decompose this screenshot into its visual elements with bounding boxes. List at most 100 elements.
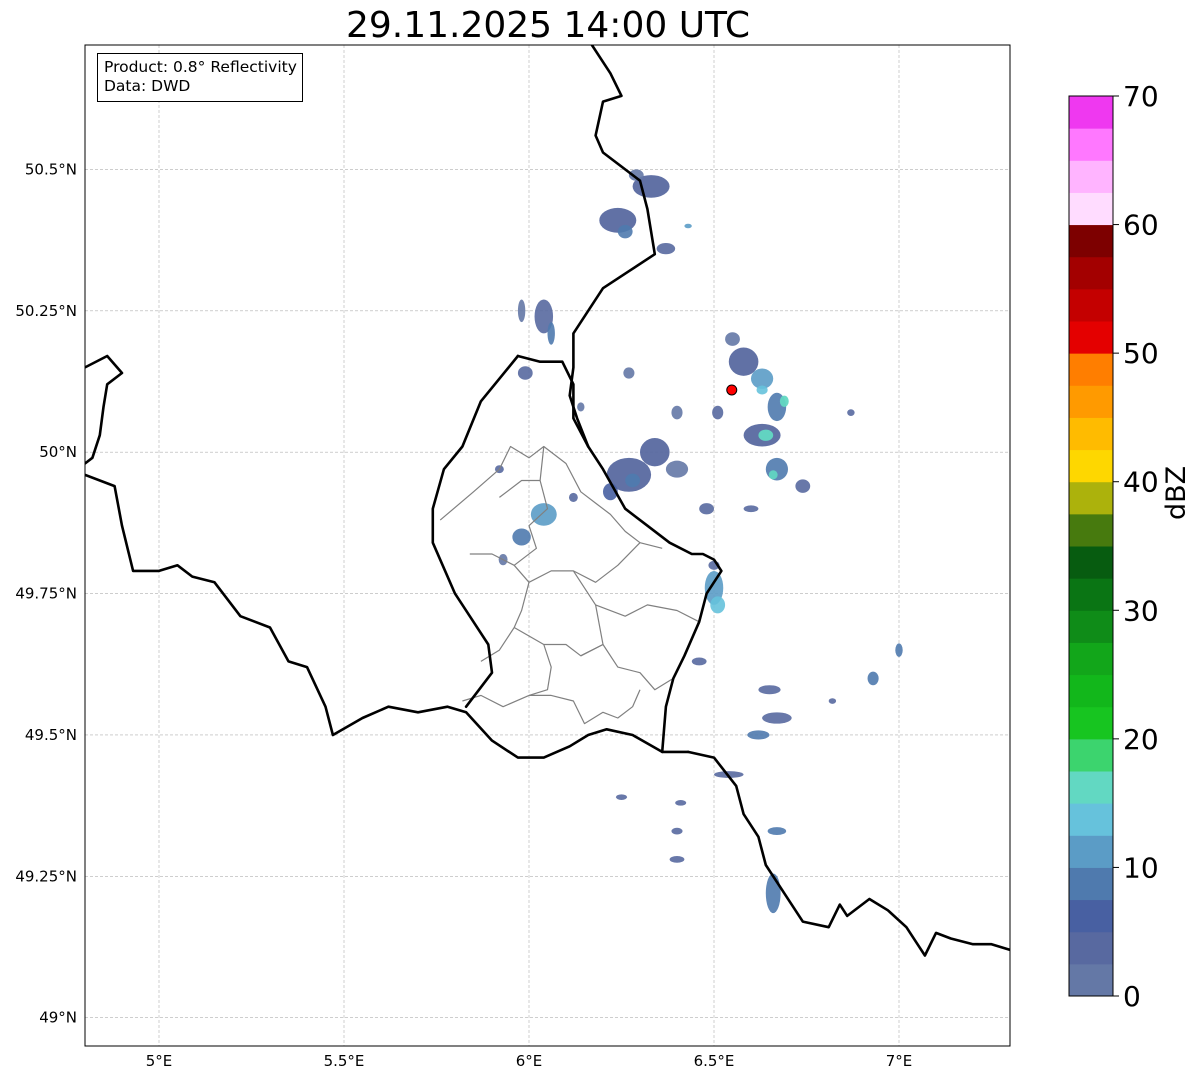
radar-echo	[512, 528, 531, 546]
y-tick-label: 49.5°N	[25, 726, 77, 744]
radar-echoes	[494, 169, 903, 914]
radar-echo	[669, 855, 685, 863]
product-info-box: Product: 0.8° Reflectivity Data: DWD	[97, 53, 303, 102]
radar-echo	[684, 223, 692, 229]
regional-border	[572, 570, 700, 623]
colorbar-segment	[1069, 96, 1113, 129]
colorbar-tick-label: 60	[1123, 209, 1159, 242]
regional-border	[580, 604, 604, 657]
y-tick-label: 50°N	[39, 443, 77, 461]
colorbar-segment	[1069, 481, 1113, 515]
gridlines	[85, 45, 1010, 1046]
radar-echo	[747, 730, 770, 740]
plot-frame	[84, 44, 1011, 1047]
y-tick-label: 49°N	[39, 1009, 77, 1027]
regional-border	[528, 644, 552, 696]
regional-border	[513, 582, 530, 628]
national-border	[431, 354, 520, 709]
colorbar-segment	[1069, 610, 1113, 643]
radar-echo	[517, 366, 533, 380]
radar-echo	[828, 698, 837, 704]
colorbar-segment	[1069, 224, 1113, 258]
colorbar-tick-label: 10	[1123, 851, 1159, 884]
colorbar-segment	[1069, 128, 1113, 161]
radar-echo	[779, 395, 789, 407]
national-border	[686, 750, 1010, 957]
radar-echo	[758, 685, 781, 695]
radar-echo	[615, 794, 628, 800]
colorbar-segment	[1069, 449, 1113, 483]
x-tick-label: 6°E	[516, 1052, 543, 1070]
colorbar-segment	[1069, 417, 1113, 451]
y-tick-label: 49.75°N	[15, 585, 77, 603]
colorbar-segment	[1069, 835, 1113, 868]
regional-border	[513, 626, 674, 691]
colorbar-tick-label: 40	[1123, 466, 1159, 499]
y-tick-label: 50.25°N	[15, 302, 77, 320]
radar-site-layer	[726, 384, 738, 396]
radar-echo	[665, 460, 689, 478]
colorbar-segment	[1069, 963, 1113, 997]
radar-echo	[699, 503, 714, 515]
radar-echo	[765, 873, 781, 914]
colorbar-segment	[1069, 771, 1113, 804]
radar-echo	[712, 405, 724, 420]
radar-echo	[577, 402, 585, 412]
radar-echo	[675, 799, 687, 806]
colorbar-segment	[1069, 803, 1113, 836]
colorbar-tick-label: 30	[1123, 594, 1159, 627]
colorbar-segment	[1069, 256, 1113, 290]
radar-echo	[617, 224, 633, 239]
radar-echo	[725, 332, 740, 346]
national-border	[516, 354, 723, 754]
colorbar-segment	[1069, 931, 1113, 965]
radar-echo	[758, 429, 774, 441]
regional-border	[529, 689, 641, 725]
radar-echo	[728, 347, 759, 376]
radar-echo	[671, 827, 683, 835]
colorbar-segment	[1069, 706, 1113, 740]
x-tick-label: 5°E	[146, 1052, 173, 1070]
radar-echo	[623, 367, 635, 379]
y-tick-label: 49.25°N	[15, 867, 77, 885]
colorbar-segment	[1069, 321, 1113, 354]
regional-border	[480, 627, 515, 662]
national-border	[568, 45, 657, 448]
colorbar-label: dBZ	[1161, 465, 1192, 520]
radar-echo	[530, 503, 557, 526]
colorbar-segment	[1069, 642, 1113, 676]
colorbar-segment	[1069, 738, 1113, 772]
data-source-label: Data: DWD	[104, 77, 191, 95]
colorbar-segment	[1069, 578, 1113, 611]
radar-echo	[847, 409, 855, 416]
radar-echo	[547, 322, 555, 345]
colorbar-segment	[1069, 899, 1113, 933]
radar-echo	[710, 596, 726, 614]
radar-echo	[691, 657, 707, 666]
radar-echo	[767, 827, 787, 836]
radar-echo	[768, 470, 778, 480]
colorbar: 0 10 20 30 40 50 60 70	[1068, 80, 1159, 1013]
colorbar-tick-label: 0	[1123, 980, 1141, 1013]
radar-echo	[656, 242, 676, 255]
radar-echo	[795, 479, 811, 493]
radar-map: 5°E 5.5°E 6°E 6.5°E 7°E 49°N 49.25°N 49.5°N 49.7…	[15, 44, 1159, 1070]
x-tick-label: 7°E	[886, 1052, 913, 1070]
national-border	[85, 354, 124, 465]
colorbar-tick-label: 50	[1123, 337, 1159, 370]
colorbar-tick-label: 70	[1123, 80, 1159, 113]
radar-echo	[517, 299, 526, 323]
regional-border	[499, 479, 541, 498]
borders	[85, 45, 1010, 957]
radar-echo	[743, 505, 759, 513]
axis-ticks: 5°E 5.5°E 6°E 6.5°E 7°E 49°N 49.25°N 49.5°N 49.7…	[15, 160, 912, 1070]
x-tick-label: 6.5°E	[694, 1052, 735, 1070]
y-tick-label: 50.5°N	[25, 160, 77, 178]
colorbar-segment	[1069, 353, 1113, 386]
colorbar-segment	[1069, 867, 1113, 901]
radar-echo	[895, 643, 903, 657]
colorbar-segment	[1069, 288, 1113, 322]
colorbar-segment	[1069, 192, 1113, 226]
radar-echo	[640, 438, 670, 467]
colorbar-segment	[1069, 160, 1113, 193]
